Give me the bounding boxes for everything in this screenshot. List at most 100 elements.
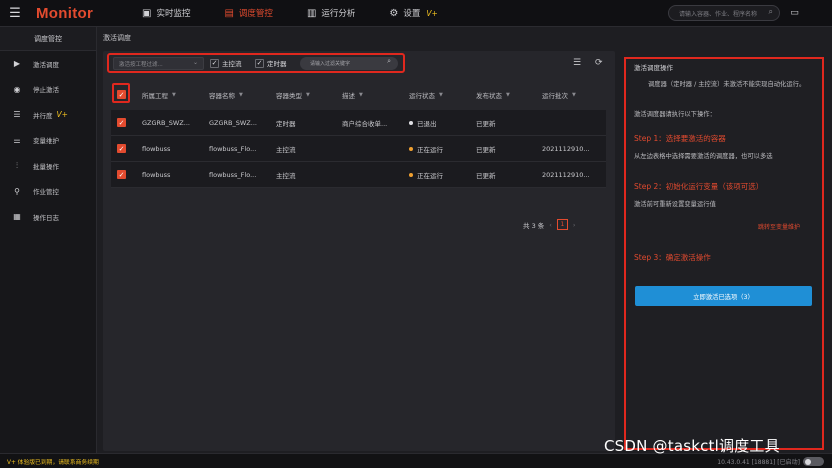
main-flow-checkbox[interactable]: ✓ 主控流 [210,58,242,68]
status-dot [409,146,413,151]
cell-type: 定时器 [276,119,296,128]
cell-project: GZGRB_SWZ... [142,118,190,127]
analysis-icon: ▥ [306,7,317,19]
column-settings-icon[interactable]: ☰ [573,58,581,68]
column-header[interactable]: 运行批次 ▼ [542,90,576,100]
sidebar-item-logs[interactable]: ▦ 操作日志 [0,204,96,230]
breadcrumb: 激活调度 [103,34,131,42]
table-row[interactable]: ✓ flowbuss flowbuss_Flo... 主控流 正在运行 已更新 … [111,136,606,162]
monitor-icon: ▣ [142,7,152,19]
global-search-input[interactable]: 请输入容器、作业、程序名称 ⌕ [668,5,780,21]
topnav-label: 运行分析 [321,9,356,19]
column-header[interactable]: 容器类型 ▼ [276,90,310,100]
sidebar-item-variables[interactable]: ⚌ 变量维护 [0,128,96,154]
sort-icon: ▼ [439,91,443,98]
check-icon: ✓ [117,118,126,127]
topnav-item-schedule-control[interactable]: ▤ 调度管控 [224,0,272,27]
guide-step-2: Step 2：初始化运行变量（该项可选） [634,182,764,191]
cell-batch: 2021112910... [542,170,590,179]
column-header-label: 所属工程 [142,91,168,100]
sidebar-item-parallel[interactable]: ☰ 并行度 V+ [0,102,96,128]
cell-desc: 商户综合收单... [342,119,388,128]
main-flow-label: 主控流 [222,60,242,68]
hamburger-icon[interactable]: ☰ [0,0,30,27]
timer-checkbox[interactable]: ✓ 定时器 [255,58,287,68]
stop-circle-icon: ◉ [13,84,21,94]
guide-step-1: Step 1：选择要激活的容器 [634,134,726,143]
sidebar-item-label: 停止激活 [33,86,59,95]
chevron-right-icon[interactable]: › [573,221,576,229]
gear-icon: ⚙ [389,7,399,19]
column-header-label: 描述 [342,91,355,100]
page-button[interactable]: 1 [556,219,568,230]
pagination-total: 共 3 条 [523,221,545,230]
topnav-label: 调度管控 [238,9,273,19]
sliders-icon: ⚌ [13,135,21,145]
check-icon: ✓ [117,144,126,153]
refresh-icon[interactable]: ⟳ [595,58,603,68]
column-header[interactable]: 运行状态 ▼ [409,90,443,100]
main-content: 激活调度 激活按工程过滤... ⌄ ✓ 主控流 ✓ 定时器 请输入过滤关键字 ⌕ [98,27,620,453]
keyword-filter-input[interactable]: 请输入过滤关键字 ⌕ [300,57,398,70]
row-checkbox[interactable]: ✓ [117,170,126,179]
search-icon[interactable]: ⌕ [769,7,773,17]
cell-publish: 已更新 [476,171,496,180]
topnav-item-run-analysis[interactable]: ▥ 运行分析 [307,0,355,27]
column-header-label: 容器名称 [209,91,235,100]
topnav-label: 实时监控 [156,9,191,19]
guide-title: 激活调度操作 [634,64,673,72]
topnav-label: 设置 [403,9,421,19]
table-header: ✓ 所属工程 ▼ 容器名称 ▼ 容器类型 ▼ 描述 ▼ 运行状态 ▼ 发布状态 ▼ 运行批次… [111,79,606,110]
check-icon: ✓ [210,58,219,68]
guide-intro: 激活调度器请执行以下操作： [634,111,716,118]
sort-icon: ▼ [359,91,363,98]
column-header[interactable]: 描述 ▼ [342,90,363,100]
cell-type: 主控流 [276,145,296,154]
timer-label: 定时器 [267,60,287,68]
project-filter-select[interactable]: 激活按工程过滤... ⌄ [113,57,204,70]
cell-container: GZGRB_SWZ... [209,118,257,127]
cell-project: flowbuss [142,170,171,179]
table-row[interactable]: ✓ GZGRB_SWZ... GZGRB_SWZ... 定时器 商户综合收单..… [111,110,606,136]
app-logo: Monitor [36,4,94,22]
app-window: ☰ Monitor ▣ 实时监控 ▤ 调度管控 ▥ 运行分析 ⚙ 设置 V+ 请… [0,0,832,468]
activate-selected-button[interactable]: 立即激活已选项（3） [635,286,812,306]
keyword-placeholder: 请输入过滤关键字 [310,61,351,67]
guide-step-1-desc: 从左边表格中选择需要激活的调度器，也可以多选 [634,153,773,160]
search-placeholder: 请输入容器、作业、程序名称 [679,10,758,18]
column-header[interactable]: 容器名称 ▼ [209,90,243,100]
sort-icon: ▼ [506,91,510,98]
sort-icon: ▼ [572,91,576,98]
sidebar-item-stop[interactable]: ◉ 停止激活 [0,77,96,103]
sidebar-item-batch[interactable]: ⫶ 批量操作 [0,153,96,179]
cell-batch: 2021112910... [542,144,590,153]
column-header-label: 容器类型 [276,91,302,100]
goto-variables-link[interactable]: 跳转至变量维护 [758,222,800,231]
topnav-item-settings[interactable]: ⚙ 设置 V+ [389,0,437,27]
topnav-item-realtime-monitor[interactable]: ▣ 实时监控 [142,0,190,27]
schedule-icon: ▤ [224,7,234,19]
table-row[interactable]: ✓ flowbuss flowbuss_Flo... 主控流 正在运行 已更新 … [111,162,606,188]
select-all-checkbox[interactable]: ✓ [117,90,126,99]
status-label: 正在运行 [417,171,443,180]
sidebar: 调度管控 ▶ 激活调度 ◉ 停止激活 ☰ 并行度 V+ ⚌ 变量维护 ⫶ 批量操… [0,27,97,453]
column-header[interactable]: 发布状态 ▼ [476,90,510,100]
play-icon: ▶ [13,59,21,69]
cell-project: flowbuss [142,144,171,153]
sidebar-item-activate[interactable]: ▶ 激活调度 [0,51,96,77]
column-header-label: 运行批次 [542,91,568,100]
check-icon: ✓ [117,170,126,179]
message-icon[interactable]: ▭ [786,5,803,21]
sidebar-item-job-control[interactable]: ⚲ 作业管控 [0,179,96,205]
search-icon[interactable]: ⌕ [387,57,391,66]
vplus-badge: V+ [56,110,68,120]
activation-guide-panel: 激活调度操作 调度器（定时器 / 主控流）未激活不能实现自动化运行。 激活调度器… [624,57,824,450]
row-checkbox[interactable]: ✓ [117,144,126,153]
column-header[interactable]: 所属工程 ▼ [142,90,176,100]
status-dot [409,172,413,177]
guide-description: 调度器（定时器 / 主控流）未激活不能实现自动化运行。 [648,81,806,88]
status-toggle[interactable] [803,457,824,466]
cell-status: 正在运行 [409,170,471,180]
chevron-left-icon[interactable]: ‹ [549,221,552,229]
row-checkbox[interactable]: ✓ [117,118,126,127]
